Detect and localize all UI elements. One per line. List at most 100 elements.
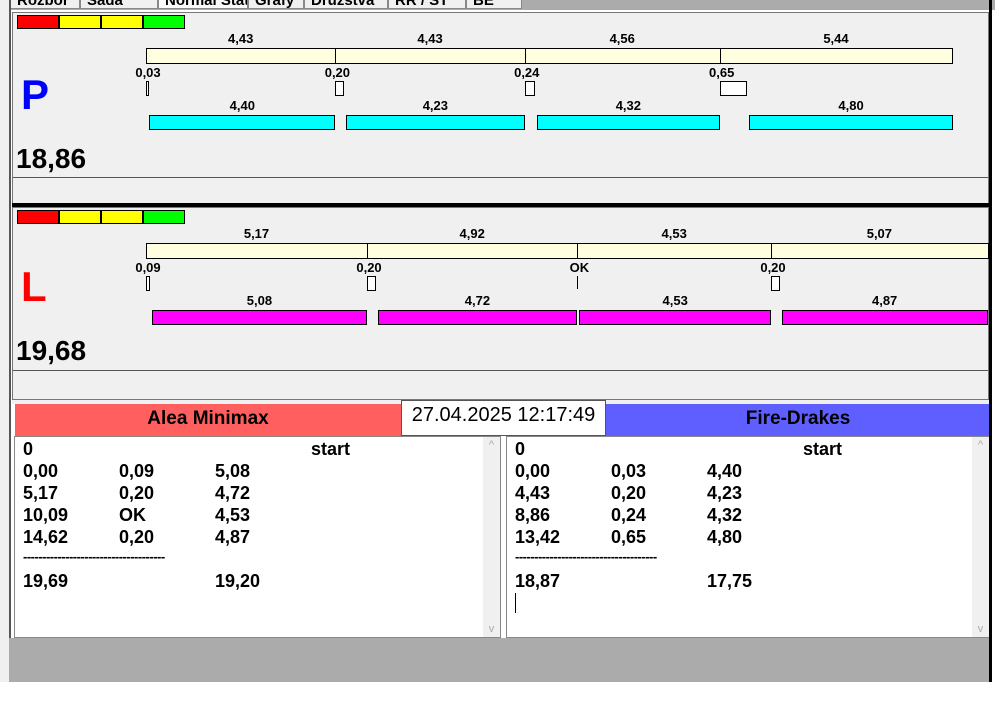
actual-bar [345, 115, 525, 130]
log-cell: 0,20 [119, 483, 155, 503]
log-cell: start [803, 439, 843, 459]
log-cell: start [311, 439, 351, 459]
time-label: 4,92 [459, 226, 485, 241]
time-label: 5,17 [243, 226, 270, 241]
gap-bar [771, 276, 780, 291]
time-bar [719, 48, 954, 64]
tab-6[interactable]: BE [466, 0, 522, 9]
window-right-edge [989, 0, 992, 682]
time-bar [771, 243, 989, 259]
divider [13, 177, 988, 178]
scrollbar[interactable]: ^ v [972, 437, 989, 637]
log-cell: OK [119, 505, 146, 525]
log-divider: ------------------------------------- [515, 549, 657, 564]
signal-light [101, 210, 143, 224]
log-cell: 0,03 [611, 461, 647, 481]
log-cell: 5,17 [23, 483, 59, 503]
log-cell: 0,09 [119, 461, 155, 481]
actual-label: 4,80 [838, 98, 864, 113]
lane-letter: P [21, 71, 50, 118]
time-label: 4,56 [609, 31, 635, 46]
log-cell: 0,20 [119, 527, 155, 547]
signal-light [143, 210, 185, 224]
team-left-header: Alea Minimax [15, 404, 401, 436]
actual-bar [151, 310, 367, 325]
scrollbar[interactable]: ^ v [483, 437, 500, 637]
signal-light [143, 15, 185, 29]
signal-light [17, 210, 59, 224]
time-bar [335, 48, 526, 64]
tab-2[interactable]: Normal Stat [158, 0, 248, 9]
signal-light [17, 15, 59, 29]
log-total: 19,69 [23, 571, 69, 591]
log-divider: ------------------------------------- [23, 549, 165, 564]
lane-total: 18,86 [16, 143, 87, 174]
gap-label: 0,20 [356, 260, 382, 275]
tab-1[interactable]: Sada [80, 0, 158, 9]
log-total: 19,20 [215, 571, 261, 591]
actual-bar [749, 115, 953, 130]
datetime-display: 27.04.2025 12:17:49 [401, 400, 606, 436]
tab-4[interactable]: Družstva [304, 0, 388, 9]
gap-label: 0,20 [760, 260, 786, 275]
log-cell: 0 [515, 439, 526, 459]
actual-label: 4,87 [871, 293, 898, 308]
time-label: 4,43 [417, 31, 443, 46]
gap-bar [524, 81, 535, 96]
panel-l: L 19,68 5,17 0,09 5,08 4,92 0,20 4,72 4,53 OK 4,53… [12, 207, 989, 400]
actual-bar [537, 115, 720, 130]
signal-lights [17, 210, 185, 224]
time-label: 5,44 [823, 31, 849, 46]
text-cursor [515, 593, 516, 613]
signal-light [59, 210, 101, 224]
log-cell: 4,87 [215, 527, 251, 547]
actual-bar [149, 115, 336, 130]
actual-label: 5,08 [246, 293, 273, 308]
team-right-header: Fire-Drakes [606, 404, 990, 436]
log-cell: 4,80 [707, 527, 743, 547]
log-cell: 8,86 [515, 505, 551, 525]
gap-label: OK [569, 260, 590, 275]
tab-3[interactable]: Grafy [248, 0, 304, 9]
log-total: 17,75 [707, 571, 753, 591]
time-label: 5,07 [866, 226, 893, 241]
actual-label: 4,32 [615, 98, 642, 113]
gap-bar [719, 81, 748, 96]
log-cell: 0,00 [23, 461, 59, 481]
time-label: 4,43 [228, 31, 254, 46]
time-bar [577, 243, 772, 259]
team-left-log[interactable]: ^ v 0 start 0,00 0,09 5,08 5,17 0,20 4,72 10,09 OK… [14, 436, 501, 638]
log-cell: 4,72 [215, 483, 251, 503]
status-area [9, 638, 990, 682]
gap-label: 0,09 [135, 260, 161, 275]
time-bar [146, 243, 369, 259]
actual-label: 4,23 [422, 98, 448, 113]
log-cell: 0,24 [611, 505, 647, 525]
gap-bar [146, 276, 150, 291]
log-cell: 4,53 [215, 505, 251, 525]
window-left-edge [0, 0, 11, 682]
signal-lights [17, 15, 185, 29]
tab-0[interactable]: Rozbor [10, 0, 80, 9]
tab-5[interactable]: RR / ST [388, 0, 466, 9]
log-cell: 4,32 [707, 505, 743, 525]
time-label: 4,53 [661, 226, 687, 241]
log-cell: 0,00 [515, 461, 551, 481]
scroll-up-icon[interactable]: ^ [483, 439, 500, 451]
scroll-down-icon[interactable]: v [972, 623, 989, 635]
gap-bar [367, 276, 376, 291]
ok-tick [577, 276, 579, 289]
log-cell: 0 [23, 439, 34, 459]
log-cell: 4,40 [707, 461, 743, 481]
actual-label: 4,53 [662, 293, 688, 308]
log-cell: 14,62 [23, 527, 69, 547]
scroll-down-icon[interactable]: v [483, 623, 500, 635]
panel-p: P 18,86 4,43 0,03 4,40 4,43 0,20 4,23 4,56 0,24 4,… [12, 12, 989, 204]
scroll-up-icon[interactable]: ^ [972, 439, 989, 451]
signal-light [59, 15, 101, 29]
actual-label: 4,72 [464, 293, 491, 308]
lane-total: 19,68 [16, 335, 87, 366]
team-right-log[interactable]: ^ v 0 start 0,00 0,03 4,40 4,43 0,20 4,23 8,86 0,2… [506, 436, 990, 638]
gap-bar [146, 81, 149, 96]
actual-bar [781, 310, 988, 325]
